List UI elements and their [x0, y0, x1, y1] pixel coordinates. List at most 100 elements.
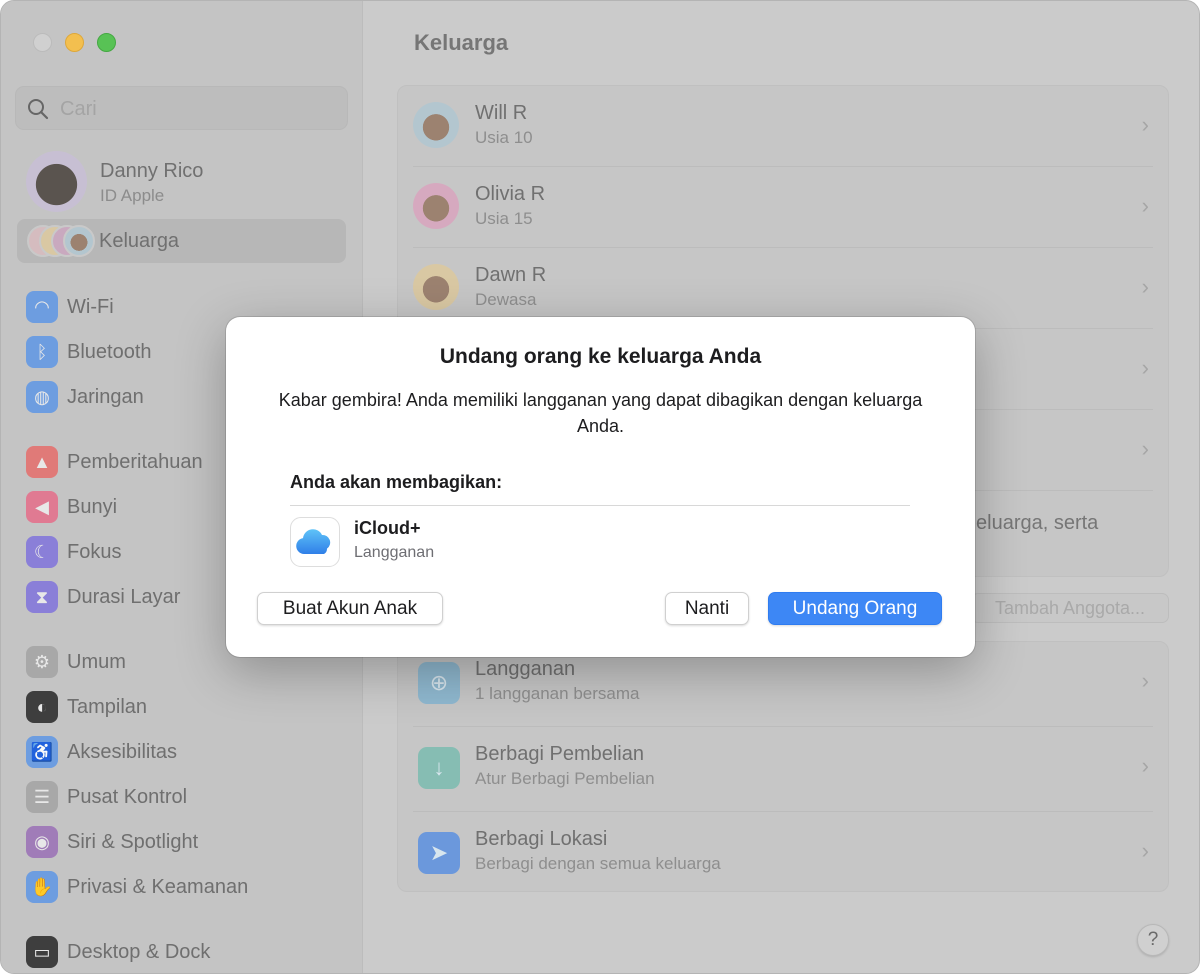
later-button[interactable]: Nanti — [665, 592, 749, 625]
sidebar-item-keluarga[interactable]: Keluarga — [17, 219, 346, 263]
dialog-title: Undang orang ke keluarga Anda — [439, 345, 762, 368]
dialog-message: Kabar gembira! Anda memiliki langganan y… — [278, 390, 923, 436]
chevron-right-icon: › — [1141, 355, 1149, 380]
family-features-card: ⊕ Langganan 1 langganan bersama › ↓ Berbagi P… — [397, 641, 1169, 892]
chevron-right-icon: › — [1141, 436, 1149, 461]
dock-icon: ▭ — [26, 936, 58, 968]
sidebar-item-label: Keluarga — [99, 230, 180, 252]
chevron-right-icon: › — [1141, 112, 1149, 137]
sidebar-item-tampilan[interactable]: ◐ Tampilan — [26, 691, 147, 723]
hourglass-icon: ⧗ — [26, 581, 58, 613]
sidebar-item-umum[interactable]: ⚙ Umum — [26, 646, 126, 678]
sidebar-item-label: Wi-Fi — [67, 295, 114, 318]
zoom-window-button[interactable] — [97, 33, 116, 52]
chevron-right-icon: › — [1141, 668, 1149, 693]
sidebar-item-bunyi[interactable]: ◀ Bunyi — [26, 491, 117, 523]
sidebar-item-bluetooth[interactable]: ᛒ Bluetooth — [26, 336, 152, 368]
member-detail: Usia 10 — [475, 128, 533, 147]
hand-icon: ✋ — [26, 871, 58, 903]
search-placeholder: Cari — [60, 98, 97, 120]
siri-icon: ◉ — [26, 826, 58, 858]
purchase-sharing-icon: ↓ — [418, 747, 460, 789]
sidebar-item-label: Bunyi — [67, 495, 118, 518]
shared-section-heading: Anda akan membagikan: — [290, 472, 503, 492]
family-member-row[interactable]: Olivia R Usia 15 › — [413, 167, 1153, 248]
location-arrow-icon: ➤ — [418, 832, 460, 874]
account-name: Danny Rico — [100, 160, 204, 182]
help-button[interactable]: ? — [1137, 924, 1169, 956]
member-name: Will R — [475, 102, 528, 124]
shared-item-name: iCloud+ — [354, 518, 421, 538]
sidebar-item-label: Umum — [67, 650, 126, 673]
minimize-window-button[interactable] — [65, 33, 84, 52]
moon-icon: ☾ — [26, 536, 58, 568]
sidebar-item-label: Privasi & Keamanan — [67, 875, 249, 898]
sidebar-item-fokus[interactable]: ☾ Fokus — [26, 536, 121, 568]
sidebar-item-label: Bluetooth — [67, 340, 152, 363]
family-avatar — [63, 225, 95, 257]
speaker-icon: ◀ — [26, 491, 58, 523]
chevron-right-icon: › — [1141, 753, 1149, 778]
appearance-icon: ◐ — [26, 691, 58, 723]
sidebar-item-pusat-kontrol[interactable]: ☰ Pusat Kontrol — [26, 781, 187, 813]
chevron-right-icon: › — [1141, 274, 1149, 299]
avatar — [413, 264, 459, 310]
globe-icon: ◍ — [26, 381, 58, 413]
close-window-button[interactable] — [33, 33, 52, 52]
member-name: Dawn R — [475, 264, 547, 286]
page-title: Keluarga — [414, 30, 509, 55]
gear-icon: ⚙ — [26, 646, 58, 678]
sidebar-item-label: Siri & Spotlight — [67, 830, 199, 853]
shared-item-type: Langganan — [354, 544, 435, 561]
family-member-row[interactable]: Will R Usia 10 › — [413, 86, 1153, 167]
search-icon — [28, 99, 49, 120]
search-input[interactable]: Cari — [15, 86, 348, 130]
invite-people-button[interactable]: Undang Orang — [768, 592, 942, 625]
avatar — [26, 151, 87, 212]
feature-title: Langganan — [475, 658, 576, 680]
sidebar-item-label: Desktop & Dock — [67, 940, 211, 963]
bell-icon: ▲ — [26, 446, 58, 478]
divider — [290, 505, 910, 506]
feature-title: Berbagi Pembelian — [475, 743, 644, 765]
sidebar-item-privasi-keamanan[interactable]: ✋ Privasi & Keamanan — [26, 871, 248, 903]
sidebar-item-siri-spotlight[interactable]: ◉ Siri & Spotlight — [26, 826, 198, 858]
chevron-right-icon: › — [1141, 838, 1149, 863]
family-description-text: eluarga, serta — [976, 512, 1099, 534]
member-detail: Usia 15 — [475, 209, 533, 228]
subscription-icon: ⊕ — [418, 662, 460, 704]
sidebar-item-jaringan[interactable]: ◍ Jaringan — [26, 381, 144, 413]
avatar — [413, 102, 459, 148]
sidebar-item-pemberitahuan[interactable]: ▲ Pemberitahuan — [26, 446, 203, 478]
member-detail: Dewasa — [475, 290, 537, 309]
control-center-icon: ☰ — [26, 781, 58, 813]
feature-row[interactable]: ↓ Berbagi Pembelian Atur Berbagi Pembelian… — [413, 727, 1153, 812]
sidebar-item-label: Durasi Layar — [67, 585, 181, 608]
sidebar-item-wi-fi[interactable]: ◠ Wi-Fi — [26, 291, 114, 323]
sidebar-item-label: Tampilan — [67, 695, 148, 718]
invite-family-dialog: Undang orang ke keluarga Anda Kabar gemb… — [226, 317, 975, 657]
account-subtitle: ID Apple — [100, 186, 165, 205]
feature-subtitle: Atur Berbagi Pembelian — [475, 769, 655, 788]
chevron-right-icon: › — [1141, 193, 1149, 218]
sidebar-item-label: Aksesibilitas — [67, 740, 178, 763]
avatar — [413, 183, 459, 229]
sidebar-item-label: Pusat Kontrol — [67, 785, 188, 808]
sidebar-item-label: Pemberitahuan — [67, 450, 203, 473]
bluetooth-icon: ᛒ — [26, 336, 58, 368]
member-name: Olivia R — [475, 183, 546, 205]
sidebar-item-label: Jaringan — [67, 385, 144, 408]
sidebar-item-durasi-layar[interactable]: ⧗ Durasi Layar — [26, 581, 180, 613]
accessibility-icon: ♿ — [26, 736, 58, 768]
sidebar-item-desktop-dock[interactable]: ▭ Desktop & Dock — [26, 936, 210, 968]
feature-subtitle: 1 langganan bersama — [475, 684, 640, 703]
feature-title: Berbagi Lokasi — [475, 828, 608, 850]
create-child-account-button[interactable]: Buat Akun Anak — [257, 592, 443, 625]
icloud-icon — [290, 517, 340, 567]
sidebar-item-aksesibilitas[interactable]: ♿ Aksesibilitas — [26, 736, 177, 768]
sidebar-item-label: Fokus — [67, 540, 122, 563]
feature-row[interactable]: ➤ Berbagi Lokasi Berbagi dengan semua kelu… — [413, 812, 1153, 897]
add-member-button[interactable]: Tambah Anggota... — [971, 593, 1169, 623]
wifi-icon: ◠ — [26, 291, 58, 323]
feature-subtitle: Berbagi dengan semua keluarga — [475, 854, 721, 873]
